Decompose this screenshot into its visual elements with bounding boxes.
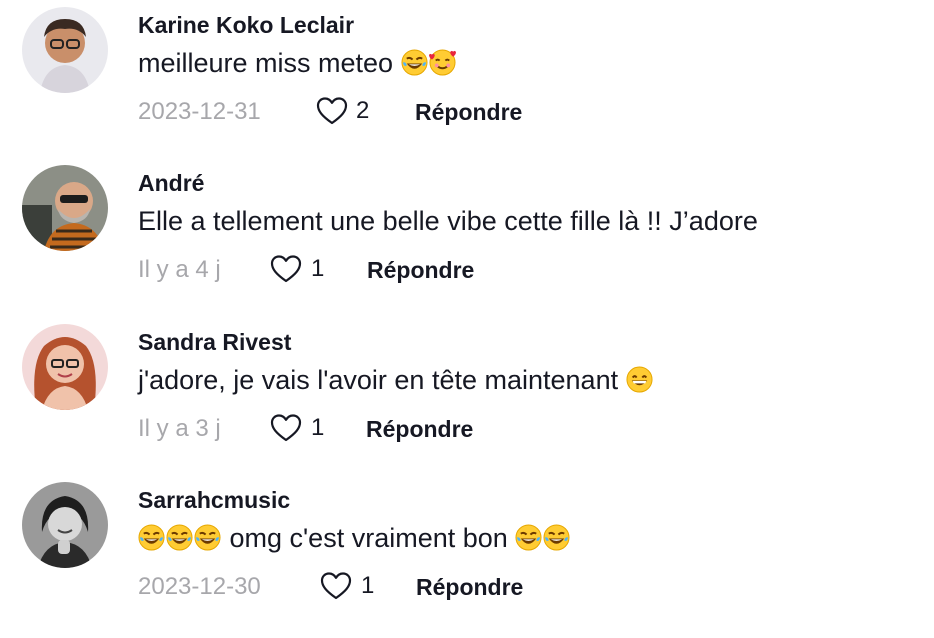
comment-item: Sarrahcmusic omg c'est vraiment bon 2023… [0, 475, 934, 625]
comment-date: Il y a 3 j [138, 415, 221, 442]
like-count: 2 [356, 97, 370, 124]
comment-username[interactable]: André [138, 170, 204, 197]
comment-item: André Elle a tellement une belle vibe ce… [0, 158, 934, 308]
heart-outline-icon[interactable] [320, 571, 352, 601]
comment-username[interactable]: Sarrahcmusic [138, 487, 290, 514]
comment-date: Il y a 4 j [138, 256, 221, 283]
grinning-emoji-icon [626, 366, 653, 393]
laughing-tears-emoji-icon [166, 524, 193, 551]
comment-date: 2023-12-31 [138, 98, 261, 125]
avatar-image [22, 324, 108, 410]
avatar-image [22, 7, 108, 93]
avatar[interactable] [22, 482, 108, 568]
comment-username[interactable]: Sandra Rivest [138, 329, 291, 356]
comment-text-body: meilleure miss meteo [138, 48, 401, 78]
comment-text: j'adore, je vais l'avoir en tête mainten… [138, 363, 654, 397]
like-count: 1 [361, 572, 375, 599]
comment-item: Sandra Rivest j'adore, je vais l'avoir e… [0, 317, 934, 467]
laughing-tears-emoji-icon [138, 524, 165, 551]
laughing-tears-emoji-icon [401, 49, 428, 76]
laughing-tears-emoji-icon [543, 524, 570, 551]
comment-text: omg c'est vraiment bon [138, 521, 571, 555]
avatar-image [22, 482, 108, 568]
laughing-tears-emoji-icon [194, 524, 221, 551]
comment-text: Elle a tellement une belle vibe cette fi… [138, 206, 758, 236]
avatar-image [22, 165, 108, 251]
comment-item: Karine Koko Leclair meilleure miss meteo… [0, 0, 934, 150]
heart-outline-icon[interactable] [270, 413, 302, 443]
smiling-face-with-hearts-emoji-icon [428, 49, 456, 76]
comment-text: meilleure miss meteo [138, 46, 457, 80]
reply-button[interactable]: Répondre [416, 574, 523, 601]
avatar[interactable] [22, 324, 108, 410]
reply-button[interactable]: Répondre [366, 416, 473, 443]
comment-date: 2023-12-30 [138, 573, 261, 600]
heart-outline-icon[interactable] [270, 254, 302, 284]
heart-outline-icon[interactable] [316, 96, 348, 126]
comment-username[interactable]: Karine Koko Leclair [138, 12, 354, 39]
comment-text-body: j'adore, je vais l'avoir en tête mainten… [138, 365, 626, 395]
like-count: 1 [311, 414, 325, 441]
laughing-tears-emoji-icon [515, 524, 542, 551]
comment-text-body: omg c'est vraiment bon [222, 523, 516, 553]
reply-button[interactable]: Répondre [367, 257, 474, 284]
reply-button[interactable]: Répondre [415, 99, 522, 126]
like-count: 1 [311, 255, 325, 282]
avatar[interactable] [22, 165, 108, 251]
avatar[interactable] [22, 7, 108, 93]
